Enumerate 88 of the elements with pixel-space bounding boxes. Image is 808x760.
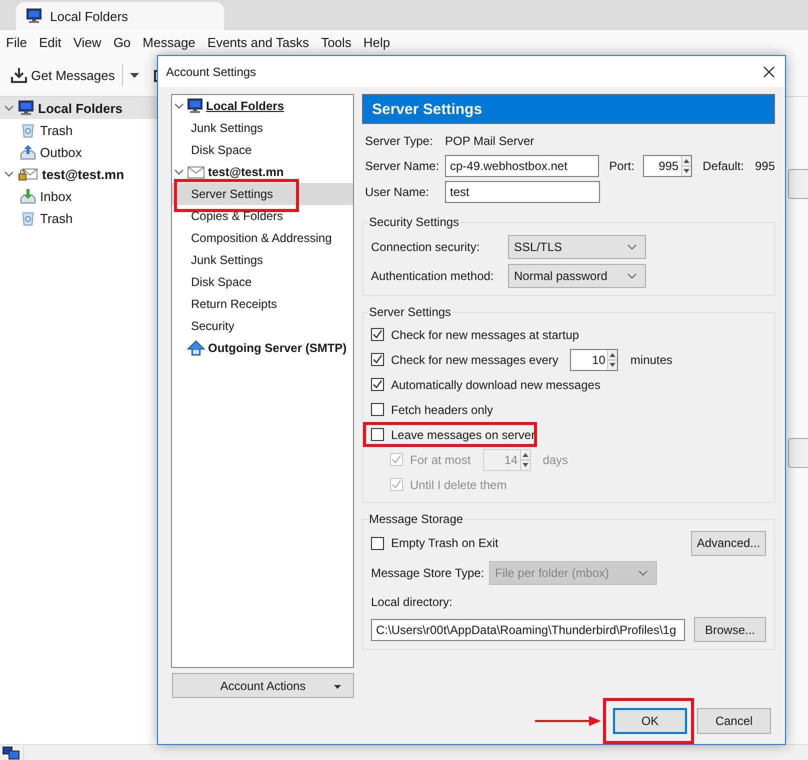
account-actions-button[interactable]: Account Actions — [172, 673, 354, 698]
menu-item[interactable]: View — [73, 34, 102, 50]
unit-label: days — [542, 452, 568, 466]
menu-item[interactable]: Help — [363, 34, 390, 50]
number-field[interactable]: 995 — [642, 155, 692, 177]
checkbox-label[interactable]: Check for new messages every — [391, 352, 558, 366]
close-icon — [763, 66, 775, 78]
field-label: Message Store Type: — [371, 566, 486, 580]
checkbox[interactable] — [371, 378, 384, 391]
menu-item[interactable]: Message — [142, 34, 196, 50]
field-label: Connection security: — [371, 240, 481, 254]
checkbox[interactable] — [371, 428, 384, 441]
check-icon — [372, 379, 383, 390]
text-field[interactable]: C:\Users\r00t\AppData\Roaming\Thunderbird\Profiles\1g — [371, 618, 685, 640]
menu-item[interactable]: Tools — [321, 34, 352, 50]
field-label: User Name: — [364, 185, 430, 199]
locked-envelope-icon — [18, 166, 38, 182]
group-title: Message Storage — [368, 512, 464, 526]
group-title: Security Settings — [368, 215, 460, 229]
envelope-icon — [187, 165, 205, 179]
tree-item[interactable]: Composition & Addressing — [172, 227, 353, 249]
group-title: Server Settings — [368, 305, 452, 319]
chevron-down-icon — [638, 570, 648, 576]
menu-item[interactable]: Edit — [38, 34, 62, 50]
advanced-button[interactable]: Advanced... — [691, 530, 766, 556]
tree-item[interactable]: Outgoing Server (SMTP) — [172, 337, 353, 359]
dialog-title: Account Settings — [166, 64, 256, 78]
menu-item[interactable]: Go — [113, 34, 131, 50]
spin-arrows-icon — [607, 350, 618, 370]
text-field[interactable]: cp-49.webhostbox.net — [445, 155, 600, 177]
number-field[interactable]: 10 — [570, 348, 618, 370]
spin-arrows-icon — [680, 156, 691, 176]
checkbox-label[interactable]: Fetch headers only — [391, 402, 494, 416]
ok-button[interactable]: OK — [613, 708, 687, 734]
tab[interactable]: Local Folders — [16, 2, 224, 30]
field-label: Default: — [702, 159, 744, 173]
download-icon — [11, 67, 27, 83]
tree-item[interactable]: Security — [172, 315, 353, 337]
menu-item[interactable]: File — [6, 34, 27, 50]
tree-item[interactable]: Server Settings — [172, 183, 353, 205]
field-label: Server Type: — [364, 134, 434, 148]
outgoing-server-icon — [187, 340, 205, 356]
field-label: Authentication method: — [371, 269, 495, 283]
tree-item[interactable]: Copies & Folders — [172, 205, 353, 227]
tree-item[interactable]: Disk Space — [172, 271, 353, 293]
check-icon — [391, 454, 402, 465]
check-icon — [372, 329, 383, 340]
computer-icon — [26, 8, 42, 24]
trash-icon — [20, 210, 36, 226]
tree-item[interactable]: test@test.mn — [172, 161, 353, 183]
caret-icon — [130, 72, 139, 78]
tree-item[interactable]: Junk Settings — [172, 117, 353, 139]
page-header: Server Settings — [362, 94, 775, 124]
dropdown[interactable]: Normal password — [508, 264, 646, 288]
checkbox-label[interactable]: Leave messages on server — [391, 428, 536, 442]
checkbox-label[interactable]: Check for new messages at startup — [391, 328, 580, 342]
tree-item[interactable]: Junk Settings — [172, 249, 353, 271]
checkbox[interactable] — [371, 403, 384, 416]
spin-arrows-icon — [520, 450, 530, 470]
menu-item[interactable]: Events and Tasks — [207, 34, 310, 50]
field-value: POP Mail Server — [445, 134, 534, 148]
chevron-down-icon — [627, 244, 637, 250]
trash-icon — [20, 122, 36, 138]
browse-button[interactable]: Browse... — [694, 617, 766, 642]
checkbox-label[interactable]: Empty Trash on Exit — [391, 536, 498, 550]
dropdown[interactable]: SSL/TLS — [508, 235, 646, 259]
inbox-icon — [20, 188, 36, 204]
checkbox[interactable] — [371, 536, 384, 550]
field-label: Port: — [609, 159, 636, 173]
caret-icon — [334, 685, 341, 689]
check-icon — [391, 479, 402, 490]
unit-label: minutes — [630, 352, 672, 366]
field-value: 995 — [754, 159, 775, 173]
field-label: Server Name: — [364, 159, 440, 173]
text-field[interactable]: test — [445, 181, 600, 203]
checkbox[interactable] — [371, 353, 384, 366]
check-icon — [372, 354, 383, 365]
outbox-icon — [20, 144, 36, 160]
computer-icon — [18, 100, 34, 116]
field-label: Local directory: — [371, 595, 454, 611]
checkbox-label[interactable]: Automatically download new messages — [391, 378, 600, 392]
chevron-down-icon — [627, 273, 637, 279]
computer-icon — [187, 98, 203, 114]
cancel-button[interactable]: Cancel — [697, 708, 771, 734]
get-messages-button[interactable]: Get Messages — [8, 65, 118, 85]
tree-item[interactable]: Disk Space — [172, 139, 353, 161]
checkbox[interactable] — [371, 328, 384, 341]
tree-item[interactable]: Return Receipts — [172, 293, 353, 315]
